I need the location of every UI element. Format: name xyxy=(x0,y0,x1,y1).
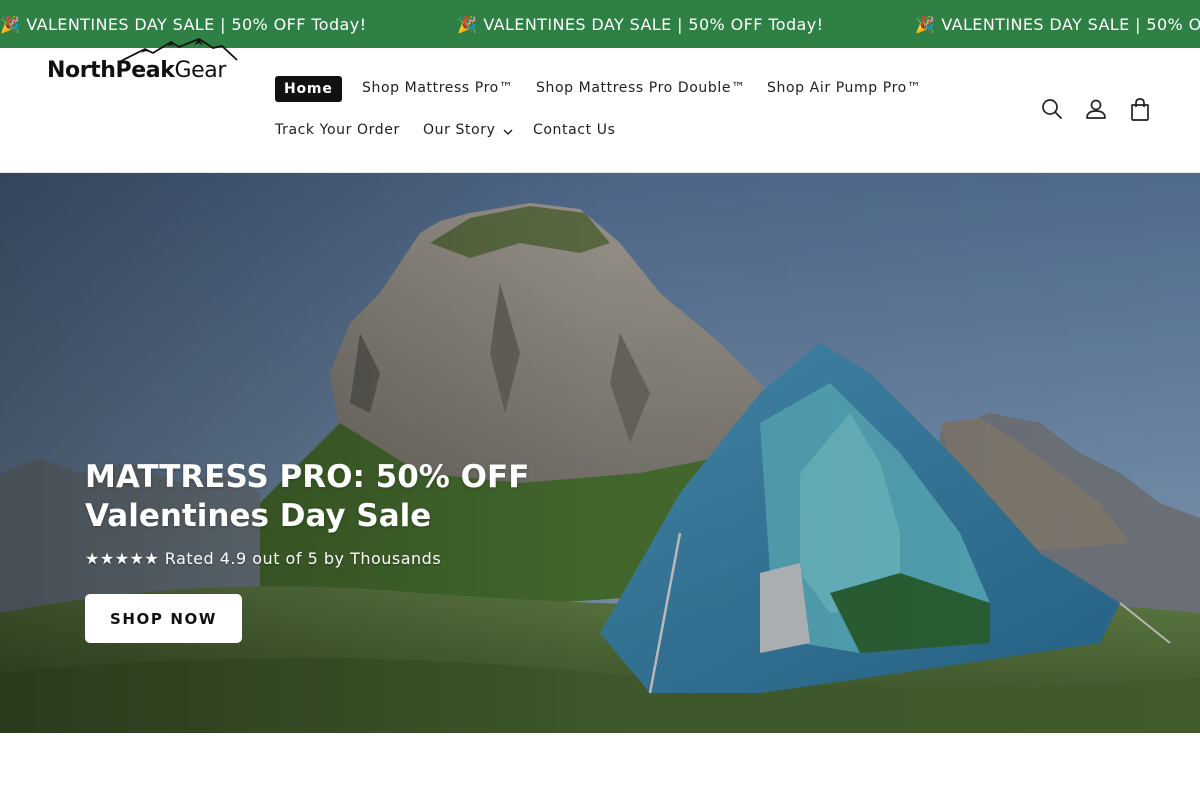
nav-item-shop-mattress-pro-double[interactable]: Shop Mattress Pro Double™ xyxy=(536,80,746,96)
announcement-item: 🎉 VALENTINES DAY SALE | 50% OFF Today! xyxy=(915,0,1200,48)
hero-background-image xyxy=(0,173,1200,733)
party-icon: 🎉 xyxy=(0,14,21,34)
nav-item-shop-air-pump-pro[interactable]: Shop Air Pump Pro™ xyxy=(767,80,921,96)
account-icon[interactable] xyxy=(1085,98,1107,120)
chevron-down-icon[interactable] xyxy=(503,129,513,135)
logo-text-regular: Gear xyxy=(174,58,226,83)
nav-item-track-your-order[interactable]: Track Your Order xyxy=(275,122,400,138)
announcement-text: VALENTINES DAY SALE | 50% OFF Today! xyxy=(483,14,824,34)
announcement-text: VALENTINES DAY SALE | 50% OFF Today! xyxy=(26,14,367,34)
party-icon: 🎉 xyxy=(915,14,936,34)
nav-item-shop-mattress-pro[interactable]: Shop Mattress Pro™ xyxy=(362,80,513,96)
logo-text: NorthPeakGear xyxy=(47,58,226,83)
nav-item-our-story[interactable]: Our Story xyxy=(423,122,495,138)
hero-title-line-2: Valentines Day Sale xyxy=(85,498,432,534)
logo[interactable]: NorthPeakGear xyxy=(47,38,241,88)
search-icon[interactable] xyxy=(1041,98,1063,120)
nav-item-home[interactable]: Home xyxy=(275,76,342,102)
shop-now-button[interactable]: SHOP NOW xyxy=(85,594,242,643)
cart-icon[interactable] xyxy=(1129,98,1151,122)
party-icon: 🎉 xyxy=(457,14,478,34)
announcement-item: 🎉 VALENTINES DAY SALE | 50% OFF Today! xyxy=(457,0,823,48)
announcement-text: VALENTINES DAY SALE | 50% OFF Today! xyxy=(941,14,1200,34)
hero-banner: MATTRESS PRO: 50% OFF Valentines Day Sal… xyxy=(0,173,1200,733)
nav-item-contact-us[interactable]: Contact Us xyxy=(533,122,615,138)
logo-text-bold: NorthPeak xyxy=(47,58,175,83)
hero-title: MATTRESS PRO: 50% OFF Valentines Day Sal… xyxy=(85,458,529,536)
hero-rating-text: ★★★★★ Rated 4.9 out of 5 by Thousands xyxy=(85,549,442,568)
hero-title-line-1: MATTRESS PRO: 50% OFF xyxy=(85,459,530,495)
